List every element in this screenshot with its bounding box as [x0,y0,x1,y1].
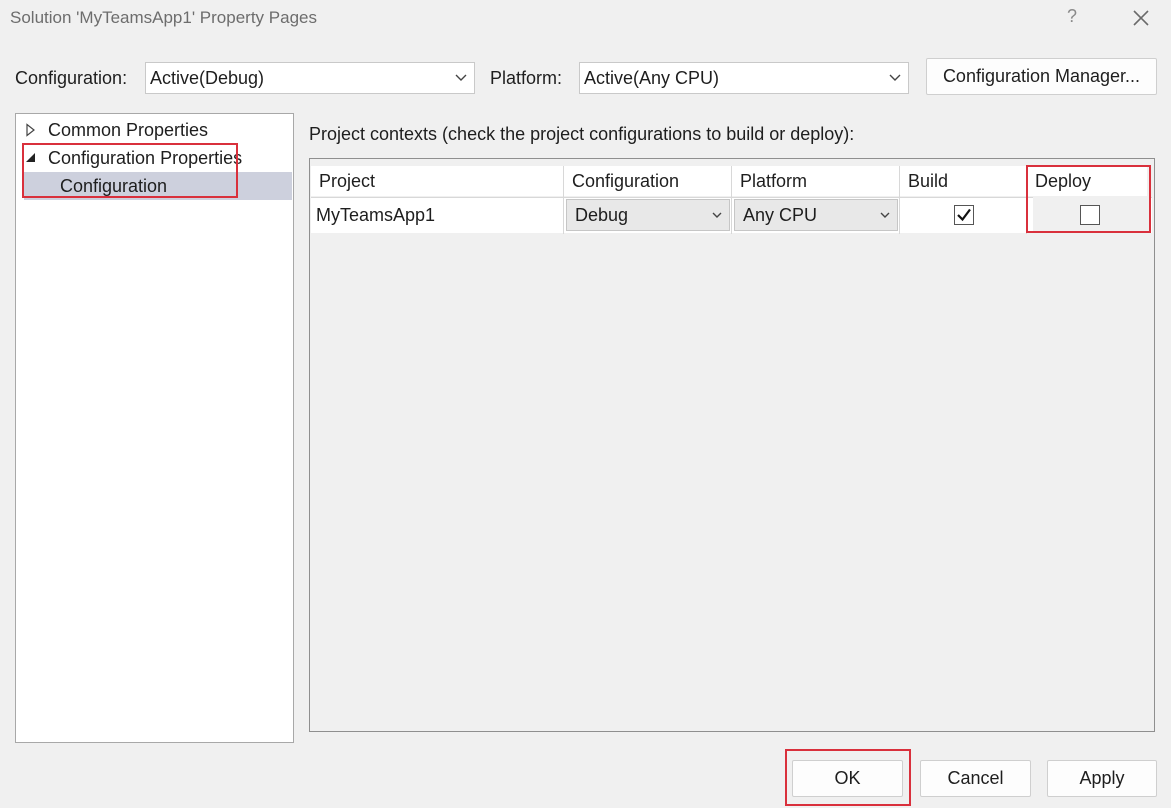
platform-dropdown[interactable]: Active(Any CPU) [579,62,909,94]
apply-button[interactable]: Apply [1047,760,1157,797]
project-name-cell: MyTeamsApp1 [316,204,436,225]
chevron-down-icon [873,211,897,220]
help-icon: ? [1066,6,1077,26]
chevron-down-icon [705,211,729,220]
chevron-down-icon [882,63,908,93]
project-contexts-heading: Project contexts (check the project conf… [309,124,855,144]
row-configuration-dropdown[interactable]: Debug [566,199,730,231]
column-header-configuration: Configuration [564,166,731,196]
expand-arrow-icon [26,123,35,137]
help-button[interactable]: ? [1062,6,1082,30]
project-contexts-grid: Project Configuration Platform Build Dep… [309,158,1155,732]
chevron-down-icon [448,63,474,93]
configuration-manager-button[interactable]: Configuration Manager... [926,58,1157,95]
column-header-build: Build [900,166,1026,196]
tree-item-label: Common Properties [48,119,209,140]
platform-label: Platform: [490,68,563,88]
window-title: Solution 'MyTeamsApp1' Property Pages [10,8,317,27]
configuration-dropdown[interactable]: Active(Debug) [145,62,475,94]
property-tree: Common Properties Configuration Properti… [15,113,294,743]
column-divider [563,166,564,234]
checkmark-icon [957,208,971,222]
highlight-box-ok [785,749,911,806]
cancel-button[interactable]: Cancel [920,760,1031,797]
close-icon [1133,10,1149,26]
row-platform-dropdown[interactable]: Any CPU [734,199,898,231]
configuration-dropdown-value: Active(Debug) [150,67,265,88]
platform-dropdown-value: Active(Any CPU) [584,67,720,88]
close-button[interactable] [1130,6,1152,30]
column-divider [731,166,732,234]
row-platform-value: Any CPU [743,204,818,225]
highlight-box-tree [22,143,238,198]
column-header-platform: Platform [732,166,899,196]
configuration-label: Configuration: [15,68,128,88]
build-checkbox[interactable] [954,205,974,225]
highlight-box-deploy [1026,165,1151,233]
row-configuration-value: Debug [575,204,629,225]
tree-item-common-properties[interactable]: Common Properties [24,116,208,144]
column-divider [899,166,900,234]
column-header-project: Project [311,166,563,196]
